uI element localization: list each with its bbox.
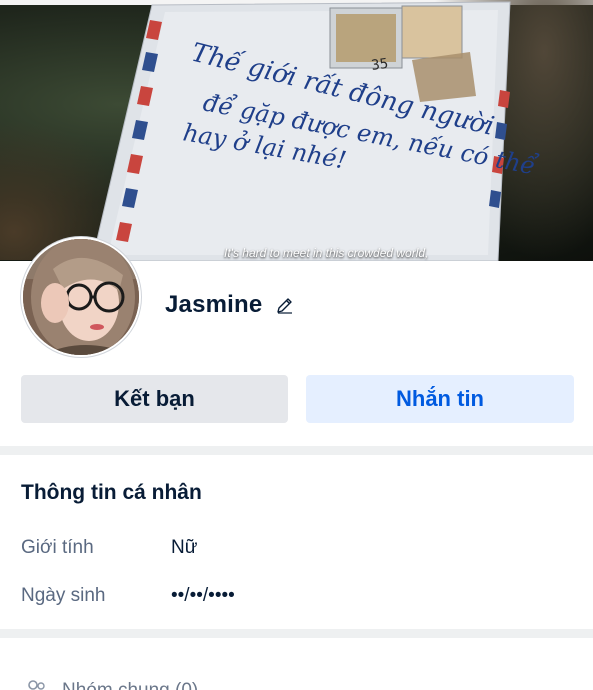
airmail-envelope-illustration: 35 Thế giới rất đông người để gặp được e… [91, 1, 540, 261]
profile-name-row: Jasmine [165, 290, 296, 320]
gender-value: Nữ [171, 537, 198, 558]
group-icon [24, 677, 48, 690]
profile-page: 35 Thế giới rất đông người để gặp được e… [0, 0, 593, 690]
profile-name: Jasmine [165, 291, 263, 318]
section-divider [0, 446, 593, 455]
cover-caption: It's hard to meet in this crowded world, [224, 246, 429, 260]
user-avatar-photo [23, 239, 139, 355]
section-divider [0, 629, 593, 638]
birthday-row: Ngày sinh ••/••/•••• [21, 583, 235, 609]
message-button[interactable]: Nhắn tin [306, 375, 574, 423]
cover-photo[interactable]: 35 Thế giới rất đông người để gặp được e… [0, 0, 593, 261]
gender-row: Giới tính Nữ [21, 535, 197, 561]
birthday-value: ••/••/•••• [171, 585, 235, 606]
personal-info-title: Thông tin cá nhân [21, 481, 202, 504]
pencil-icon[interactable] [274, 294, 296, 316]
birthday-label: Ngày sinh [21, 585, 106, 606]
common-groups-item[interactable]: Nhóm chung (0) [24, 676, 198, 690]
avatar[interactable] [21, 237, 141, 357]
gender-label: Giới tính [21, 537, 94, 558]
add-friend-button[interactable]: Kết bạn [21, 375, 288, 423]
common-groups-label: Nhóm chung (0) [62, 680, 198, 690]
stamp-number: 35 [370, 56, 389, 74]
